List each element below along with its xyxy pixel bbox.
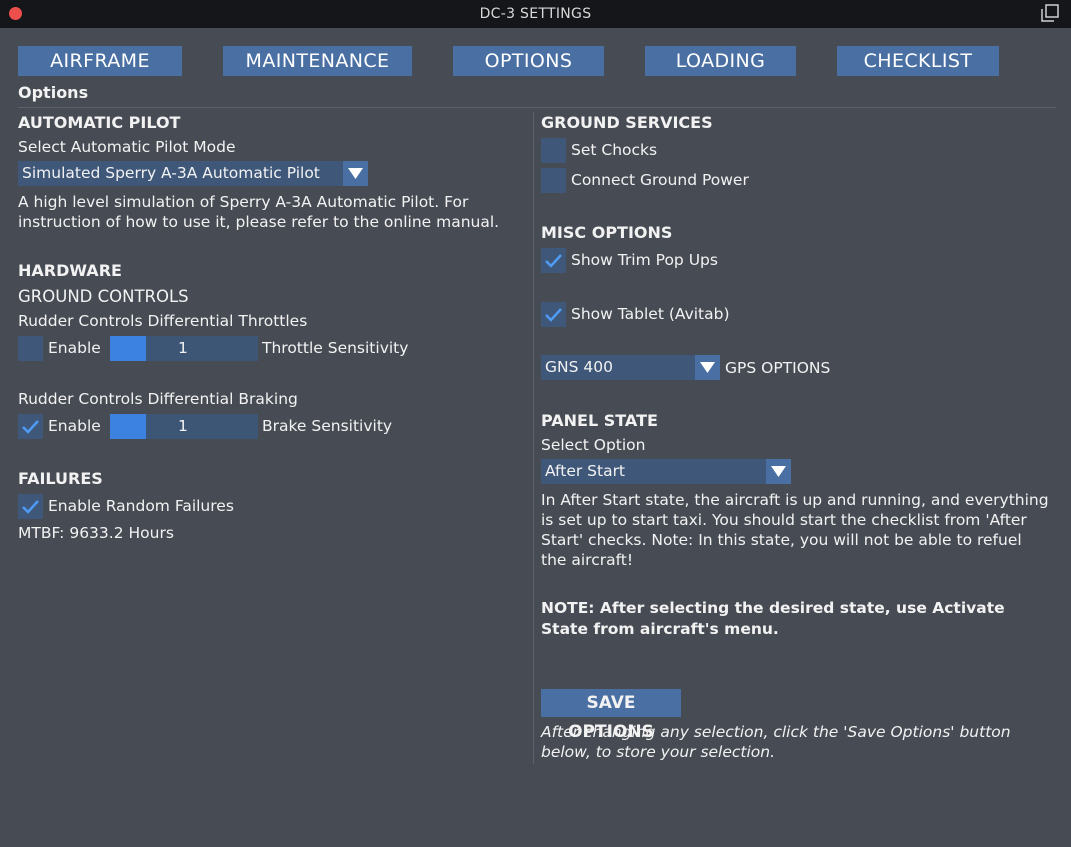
ground-power-checkbox[interactable]	[541, 168, 566, 193]
hardware-heading: HARDWARE	[18, 261, 122, 280]
checkmark-icon	[22, 500, 39, 514]
brake-sensitivity-label: Brake Sensitivity	[262, 417, 393, 435]
set-chocks-checkbox[interactable]	[541, 138, 566, 163]
panel-state-heading: PANEL STATE	[541, 411, 658, 430]
panel-state-description: In After Start state, the aircraft is up…	[541, 491, 1049, 569]
set-chocks-label: Set Chocks	[571, 141, 658, 159]
throttles-label: Rudder Controls Differential Throttles	[18, 312, 308, 330]
ground-controls-heading: GROUND CONTROLS	[18, 287, 189, 306]
braking-enable-checkbox[interactable]	[18, 414, 43, 439]
slider-fill	[110, 336, 146, 361]
save-options-button[interactable]: SAVE OPTIONS	[541, 689, 681, 742]
checkmark-icon	[545, 308, 562, 322]
dropdown-arrow-icon[interactable]	[695, 355, 720, 380]
random-failures-checkbox[interactable]	[18, 494, 43, 519]
panel-state-select[interactable]: After Start	[541, 459, 791, 484]
braking-enable-label: Enable	[48, 417, 101, 435]
trim-popups-label: Show Trim Pop Ups	[571, 251, 718, 269]
gps-options-label: GPS OPTIONS	[725, 359, 831, 377]
ground-power-label: Connect Ground Power	[571, 171, 749, 189]
tab-maintenance[interactable]: MAINTENANCE	[223, 46, 412, 76]
autopilot-mode-select[interactable]: Simulated Sperry A-3A Automatic Pilot	[18, 161, 368, 186]
gps-value: GNS 400	[545, 358, 613, 376]
brake-sensitivity-value: 1	[178, 417, 188, 435]
ground-services-heading: GROUND SERVICES	[541, 113, 713, 132]
tab-airframe[interactable]: AIRFRAME	[18, 46, 182, 76]
save-hint: After changing any selection, click the …	[541, 723, 1011, 761]
brake-sensitivity-slider[interactable]: 1	[110, 414, 258, 439]
title-bar: DC-3 SETTINGS	[0, 0, 1071, 28]
autopilot-mode-label: Select Automatic Pilot Mode	[18, 138, 236, 156]
popout-window-icon[interactable]	[1041, 4, 1059, 22]
panel-state-note: NOTE: After selecting the desired state,…	[541, 599, 1005, 638]
failures-heading: FAILURES	[18, 469, 103, 488]
dropdown-arrow-icon[interactable]	[343, 161, 368, 186]
throttles-enable-label: Enable	[48, 339, 101, 357]
section-label: Options	[18, 83, 89, 102]
divider-vertical	[533, 112, 534, 764]
random-failures-label: Enable Random Failures	[48, 497, 234, 515]
throttle-sensitivity-value: 1	[178, 339, 188, 357]
show-tablet-label: Show Tablet (Avitab)	[571, 305, 730, 323]
panel-state-select-label: Select Option	[541, 436, 646, 454]
mtbf-text: MTBF: 9633.2 Hours	[18, 524, 174, 542]
throttle-sensitivity-label: Throttle Sensitivity	[262, 339, 409, 357]
checkmark-icon	[545, 254, 562, 268]
divider-horizontal	[18, 107, 1056, 108]
checkmark-icon	[22, 420, 39, 434]
panel-state-value: After Start	[545, 462, 626, 480]
autopilot-description: A high level simulation of Sperry A-3A A…	[18, 193, 500, 231]
autopilot-heading: AUTOMATIC PILOT	[18, 113, 181, 132]
misc-options-heading: MISC OPTIONS	[541, 223, 673, 242]
autopilot-mode-value: Simulated Sperry A-3A Automatic Pilot	[22, 164, 320, 182]
gps-select[interactable]: GNS 400	[541, 355, 720, 380]
window-title: DC-3 SETTINGS	[479, 6, 592, 22]
tab-options[interactable]: OPTIONS	[453, 46, 604, 76]
slider-fill	[110, 414, 146, 439]
tab-checklist[interactable]: CHECKLIST	[837, 46, 999, 76]
throttle-sensitivity-slider[interactable]: 1	[110, 336, 258, 361]
tab-loading[interactable]: LOADING	[645, 46, 796, 76]
braking-label: Rudder Controls Differential Braking	[18, 390, 298, 408]
dropdown-arrow-icon[interactable]	[766, 459, 791, 484]
throttles-enable-checkbox[interactable]	[18, 336, 43, 361]
trim-popups-checkbox[interactable]	[541, 248, 566, 273]
show-tablet-checkbox[interactable]	[541, 302, 566, 327]
